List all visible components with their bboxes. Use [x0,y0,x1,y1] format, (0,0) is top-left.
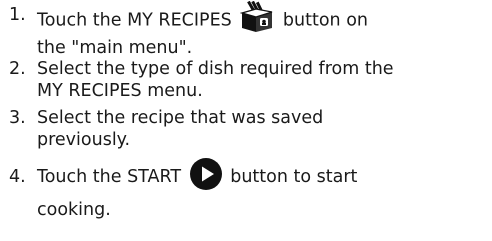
step-line: previously. [37,130,131,150]
play-icon [189,158,222,190]
step-text-after-icon: button on [282,10,368,31]
step-text: Touch the START button to start cooking. [37,158,492,227]
step-text: Touch the MY RECIPES button on the "main… [37,0,492,61]
step-2: 2. Select the type of dish required from… [0,58,492,104]
step-number: 1. [9,5,26,25]
step-line: Touch the START button to start [37,158,492,193]
step-text-before-icon: Touch the MY RECIPES [37,10,232,31]
step-line: Select the recipe that was saved [37,108,324,128]
step-line: Select the type of dish required from th… [37,59,394,79]
step-number: 2. [9,59,26,79]
step-number: 3. [9,108,26,128]
step-text-after-icon: button to start [230,167,358,187]
step-1: 1. Touch the MY RECIPES button on the "m… [0,0,492,58]
step-line: cooking. [37,200,111,220]
step-line: Touch the MY RECIPES button on [37,0,492,36]
step-text: Select the type of dish required from th… [37,58,492,102]
step-text-before-icon: Touch the START [37,167,182,187]
step-line: MY RECIPES menu. [37,81,203,101]
step-text: Select the recipe that was saved previou… [37,107,492,151]
step-4: 4. Touch the START button to start cooki… [0,158,492,231]
recipe-book-icon [239,0,274,32]
step-3: 3. Select the recipe that was saved prev… [0,107,492,153]
step-number: 4. [9,167,26,187]
